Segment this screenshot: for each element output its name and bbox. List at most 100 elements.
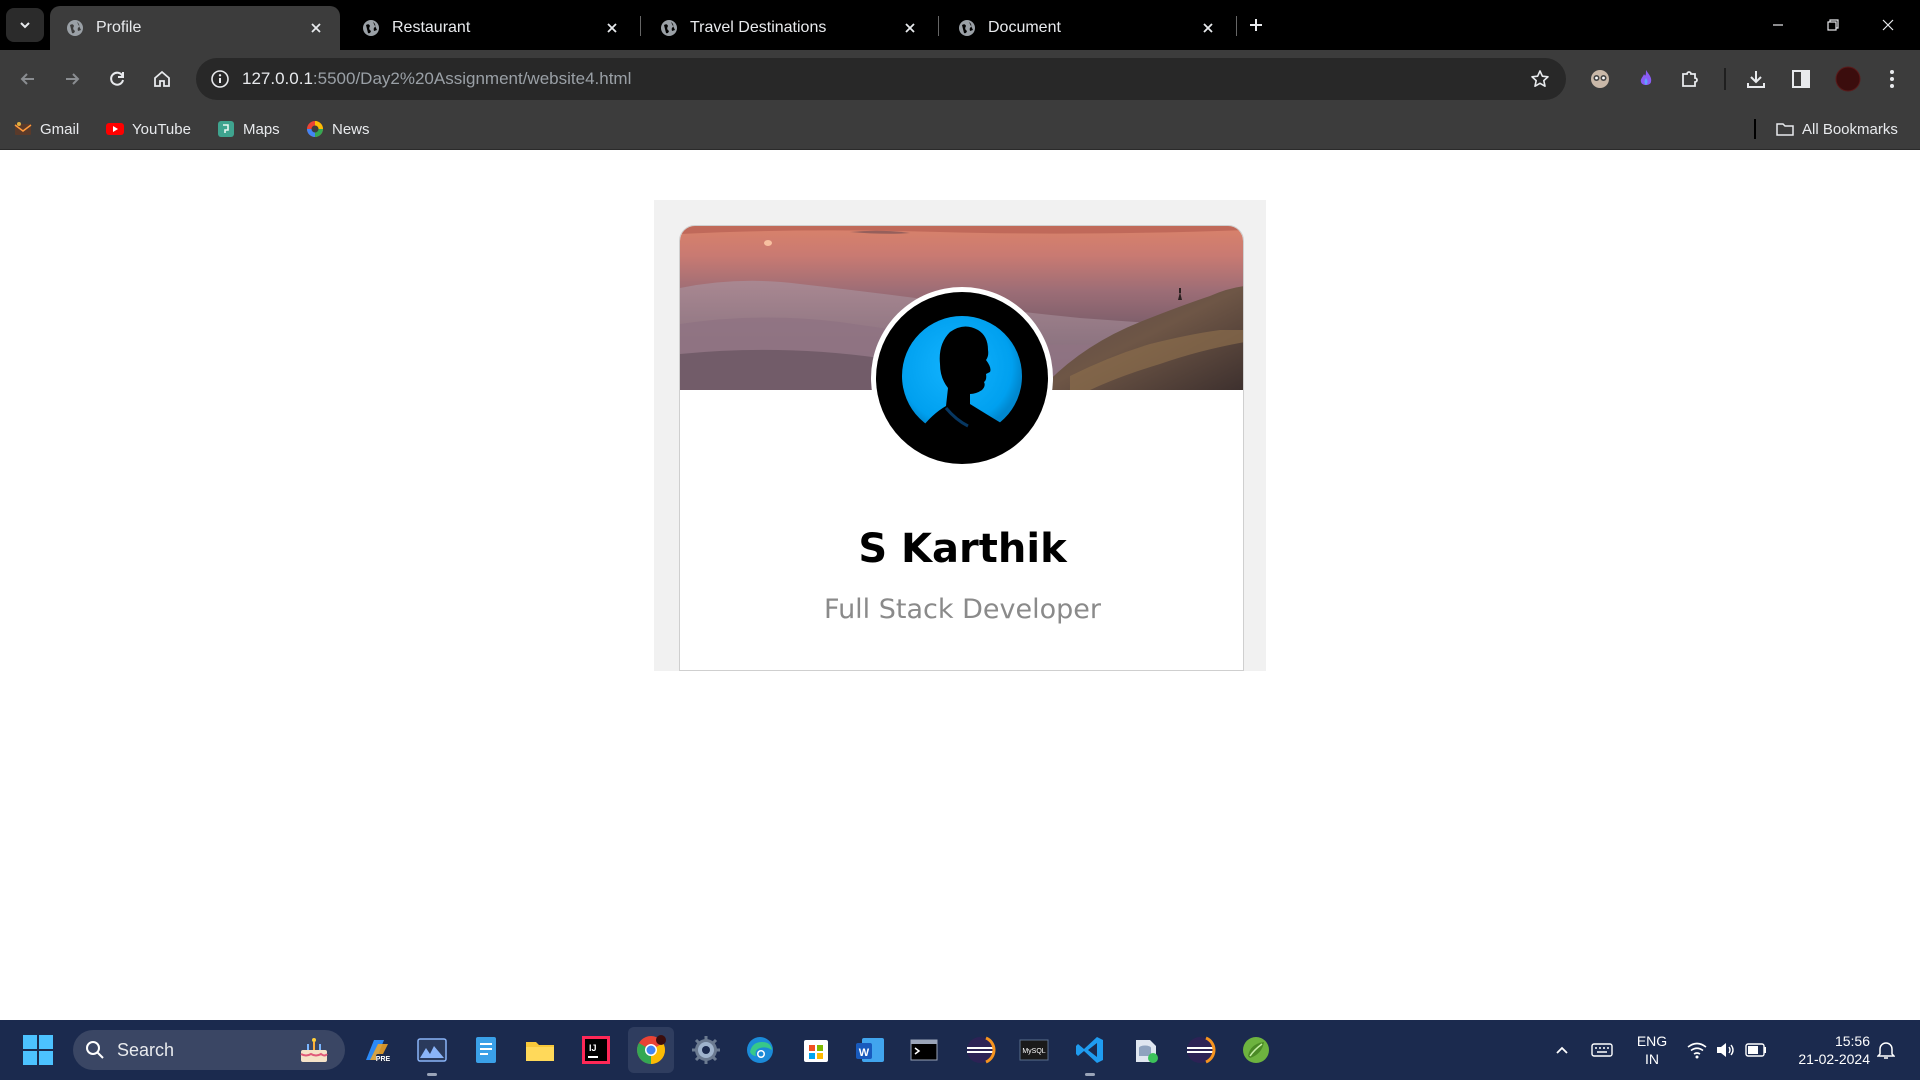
all-bookmarks-button[interactable]: All Bookmarks: [1776, 117, 1898, 141]
browser-menu-button[interactable]: [1876, 63, 1908, 95]
profile-role: Full Stack Developer: [824, 594, 1101, 625]
bookmark-news[interactable]: News: [306, 117, 370, 141]
windows-logo-icon: [23, 1035, 53, 1065]
spring-tools-icon[interactable]: [1238, 1032, 1274, 1068]
address-bar[interactable]: 127.0.0.1:5500/Day2%20Assignment/website…: [196, 58, 1566, 100]
close-icon[interactable]: [306, 18, 326, 38]
home-icon: [154, 70, 170, 87]
profile-card-container: S Karthik Full Stack Developer: [654, 200, 1266, 671]
home-button[interactable]: [146, 63, 178, 95]
clock-time: 15:56: [1834, 1033, 1870, 1049]
downloads-button[interactable]: [1740, 63, 1772, 95]
plus-icon: [1250, 19, 1262, 31]
toolbar-separator: [1724, 68, 1726, 90]
extension-button[interactable]: [1630, 63, 1662, 95]
tab-search-button[interactable]: [6, 8, 44, 42]
start-button[interactable]: [22, 1034, 54, 1066]
language-code: ENG: [1636, 1033, 1668, 1049]
back-button[interactable]: [12, 63, 44, 95]
arrow-right-icon: [66, 73, 80, 85]
svg-text:MySQL: MySQL: [1022, 1048, 1045, 1055]
minimize-icon: [1773, 24, 1783, 26]
tab-separator: [938, 16, 939, 36]
volume-icon[interactable]: [1714, 1038, 1738, 1062]
close-icon[interactable]: [602, 18, 622, 38]
battery-icon[interactable]: [1744, 1038, 1768, 1062]
microsoft-store-icon[interactable]: [798, 1032, 834, 1068]
svg-text:PRE: PRE: [376, 1056, 391, 1063]
browser-tab-strip: Profile Restaurant Travel Destinations D…: [0, 0, 1920, 50]
flame-icon: [1640, 70, 1652, 85]
site-info-button[interactable]: [204, 63, 236, 95]
chrome-icon[interactable]: [628, 1027, 674, 1073]
keyboard-icon[interactable]: [1590, 1038, 1614, 1062]
tab-document[interactable]: Document: [942, 6, 1232, 50]
bookmark-label: Maps: [243, 120, 280, 138]
reload-button[interactable]: [101, 63, 133, 95]
tab-profile[interactable]: Profile: [50, 6, 340, 50]
chevron-up-icon[interactable]: [1550, 1038, 1574, 1062]
all-bookmarks-label: All Bookmarks: [1802, 120, 1898, 138]
file-explorer-icon[interactable]: [522, 1032, 558, 1068]
reload-icon: [110, 71, 124, 86]
notifications-bell-icon[interactable]: [1874, 1038, 1898, 1062]
forward-button[interactable]: [56, 63, 88, 95]
language-indicator[interactable]: ENG IN: [1634, 1032, 1670, 1068]
vscode-icon[interactable]: [1072, 1032, 1108, 1076]
intellij-icon[interactable]: IJ: [578, 1032, 614, 1068]
globe-icon: [363, 20, 379, 36]
notepad-icon[interactable]: [468, 1032, 504, 1068]
minimize-button[interactable]: [1758, 8, 1798, 42]
tab-title: Profile: [96, 19, 142, 36]
settings-icon[interactable]: [688, 1032, 724, 1068]
extension-button[interactable]: [1584, 63, 1616, 95]
close-icon[interactable]: [900, 18, 920, 38]
youtube-icon: [106, 123, 124, 135]
taskbar-search[interactable]: Search: [73, 1030, 345, 1070]
tab-travel-destinations[interactable]: Travel Destinations: [644, 6, 934, 50]
search-icon: [86, 1041, 104, 1059]
side-panel-button[interactable]: [1785, 63, 1817, 95]
download-icon: [1747, 71, 1765, 88]
tab-separator: [640, 16, 641, 36]
close-icon[interactable]: [1198, 18, 1218, 38]
bookmark-youtube[interactable]: YouTube: [106, 117, 191, 141]
tab-title: Travel Destinations: [690, 19, 827, 36]
url-path: :5500/Day2%20Assignment/website4.html: [312, 69, 632, 88]
mysql-workbench-icon[interactable]: MySQL: [1016, 1032, 1052, 1068]
search-label: Search: [117, 1039, 175, 1060]
eclipse-2-icon[interactable]: [1182, 1032, 1218, 1068]
chevron-down-icon: [20, 22, 30, 29]
bookmark-star-button[interactable]: [1524, 63, 1556, 95]
tab-title: Document: [988, 19, 1061, 36]
word-icon[interactable]: W: [852, 1032, 888, 1068]
bookmark-label: YouTube: [132, 120, 191, 138]
eclipse-icon[interactable]: [962, 1032, 998, 1068]
avatar-icon: [1835, 66, 1861, 92]
db-tool-icon[interactable]: [1128, 1032, 1164, 1068]
extensions-menu-button[interactable]: [1674, 63, 1706, 95]
restore-button[interactable]: [1813, 8, 1853, 42]
star-icon: [1531, 70, 1549, 87]
region-code: IN: [1645, 1051, 1659, 1067]
terminal-icon[interactable]: [906, 1032, 942, 1068]
photos-icon[interactable]: [414, 1032, 450, 1076]
clock-date: 21-02-2024: [1798, 1051, 1870, 1067]
bookmark-maps[interactable]: Maps: [217, 117, 280, 141]
close-window-button[interactable]: [1868, 8, 1908, 42]
bookmarks-separator: [1754, 119, 1756, 139]
tab-restaurant[interactable]: Restaurant: [346, 6, 636, 50]
edge-icon[interactable]: [742, 1032, 778, 1068]
person-silhouette-avatar: [876, 292, 1048, 464]
new-tab-button[interactable]: [1243, 12, 1269, 38]
system-clock[interactable]: 15:56 21-02-2024: [1784, 1032, 1870, 1068]
profile-avatar-button[interactable]: [1832, 63, 1864, 95]
birthday-cake-icon: [300, 1038, 328, 1062]
tab-title: Restaurant: [392, 19, 471, 36]
bookmark-gmail[interactable]: Gmail: [14, 117, 79, 141]
copilot-icon[interactable]: PRE: [358, 1032, 394, 1068]
extension-mask-icon: [1591, 70, 1609, 88]
more-vert-icon: [1890, 70, 1894, 88]
wifi-icon[interactable]: [1685, 1038, 1709, 1062]
gmail-icon: [14, 122, 32, 135]
